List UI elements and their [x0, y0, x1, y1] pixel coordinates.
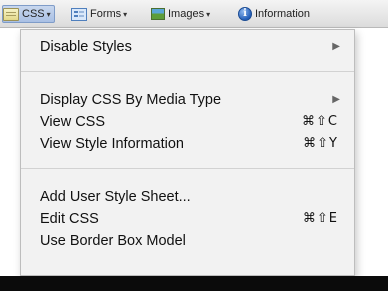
forms-menu-label: Forms [90, 8, 122, 20]
forms-menu-button[interactable]: Forms ▾ [71, 5, 127, 23]
css-menu-button[interactable]: CSS ▾ [2, 5, 55, 23]
menu-separator [21, 168, 354, 169]
information-menu-label: Information [255, 8, 311, 20]
menu-item-edit-css[interactable]: Edit CSS ⌘⇧E [21, 208, 354, 230]
submenu-arrow-icon: ▶ [332, 94, 340, 105]
images-menu-button[interactable]: Images ▾ [151, 5, 210, 23]
menu-item-label: View Style Information [40, 136, 184, 152]
forms-icon [71, 7, 87, 21]
dark-bottom-strip [0, 276, 388, 291]
information-icon: i [238, 7, 252, 21]
menu-item-label: Disable Styles [40, 39, 132, 55]
menu-separator [21, 71, 354, 72]
menu-item-label: Edit CSS [40, 211, 99, 227]
menu-item-shortcut: ⌘⇧C [302, 114, 338, 129]
menu-item-shortcut: ⌘⇧Y [303, 136, 338, 151]
submenu-arrow-icon: ▶ [332, 41, 340, 52]
menu-item-label: Use Border Box Model [40, 233, 186, 249]
menu-item-disable-styles[interactable]: Disable Styles ▶ [21, 36, 354, 58]
menu-item-shortcut: ⌘⇧E [302, 211, 338, 226]
images-menu-label: Images [168, 8, 205, 20]
images-icon [151, 8, 165, 20]
menu-item-display-css-by-media-type[interactable]: Display CSS By Media Type ▶ [21, 89, 354, 111]
menu-item-label: View CSS [40, 114, 106, 130]
web-developer-toolbar: CSS ▾ Forms ▾ Images ▾ i Information [0, 0, 388, 28]
menu-item-label: Display CSS By Media Type [40, 92, 222, 108]
screenshot-stage: CSS ▾ Forms ▾ Images ▾ i Information Dis… [0, 0, 388, 291]
chevron-down-icon: ▾ [123, 9, 128, 19]
menu-item-add-user-style-sheet[interactable]: Add User Style Sheet... [21, 186, 354, 208]
css-dropdown-menu: Disable Styles ▶ Display CSS By Media Ty… [20, 29, 355, 276]
menu-item-use-border-box-model[interactable]: Use Border Box Model [21, 230, 354, 252]
css-icon [3, 7, 19, 21]
chevron-down-icon: ▾ [206, 9, 211, 19]
chevron-down-icon: ▾ [46, 9, 51, 19]
menu-item-view-style-information[interactable]: View Style Information ⌘⇧Y [21, 133, 354, 155]
menu-item-view-css[interactable]: View CSS ⌘⇧C [21, 111, 354, 133]
css-menu-label: CSS [22, 8, 45, 20]
menu-item-label: Add User Style Sheet... [40, 189, 191, 205]
information-menu-button[interactable]: i Information [238, 5, 310, 23]
